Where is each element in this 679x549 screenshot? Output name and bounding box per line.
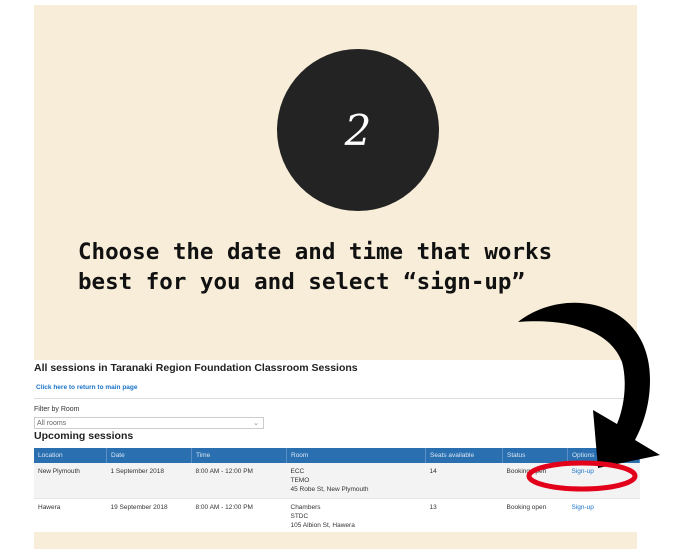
cell-options: Sign-up: [567, 463, 640, 499]
table-row: Hawera 19 September 2018 8:00 AM - 12:00…: [34, 498, 640, 532]
instruction-text: Choose the date and time that works best…: [78, 237, 658, 297]
room-filter-value: All rooms: [37, 420, 67, 427]
room-name: ECC: [290, 468, 305, 475]
column-header-date[interactable]: Date: [106, 448, 192, 463]
cell-room: ECC TEMO 45 Robe St, New Plymouth: [286, 463, 426, 499]
column-header-location[interactable]: Location: [34, 448, 107, 463]
sign-up-link[interactable]: Sign-up: [572, 468, 594, 475]
column-header-time[interactable]: Time: [191, 448, 287, 463]
column-header-seats[interactable]: Seats available: [425, 448, 503, 463]
cell-status: Booking open: [502, 498, 568, 532]
section-heading: Upcoming sessions: [34, 430, 134, 442]
room-address: 45 Robe St, New Plymouth: [290, 486, 369, 493]
room-filter-select[interactable]: All rooms ⌄: [34, 417, 264, 429]
return-to-main-link[interactable]: Click here to return to main page: [36, 384, 138, 391]
sessions-table: Location Date Time Room Seats available …: [34, 448, 640, 532]
room-address: 105 Albion St, Hawera: [290, 522, 355, 529]
cell-time: 8:00 AM - 12:00 PM: [191, 498, 287, 532]
instruction-line-1: Choose the date and time that works: [78, 239, 553, 265]
column-header-options[interactable]: Options: [567, 448, 640, 463]
cell-room: Chambers STDC 105 Albion St, Hawera: [286, 498, 426, 532]
column-header-status[interactable]: Status: [502, 448, 568, 463]
chevron-down-icon: ⌄: [253, 420, 259, 427]
step-number-badge: 2: [277, 49, 439, 211]
room-org: STDC: [290, 513, 309, 520]
cell-location: Hawera: [34, 498, 107, 532]
page-title: All sessions in Taranaki Region Foundati…: [34, 362, 358, 374]
cell-seats: 14: [425, 463, 503, 499]
cell-location: New Plymouth: [34, 463, 107, 499]
table-row: New Plymouth 1 September 2018 8:00 AM - …: [34, 463, 640, 499]
cell-time: 8:00 AM - 12:00 PM: [191, 463, 287, 499]
cell-seats: 13: [425, 498, 503, 532]
room-name: Chambers: [290, 504, 321, 511]
cell-date: 1 September 2018: [106, 463, 192, 499]
room-org: TEMO: [290, 477, 310, 484]
cell-options: Sign-up: [567, 498, 640, 532]
instruction-line-2: best for you and select “sign-up”: [78, 269, 526, 295]
column-header-room[interactable]: Room: [286, 448, 426, 463]
embedded-screenshot: All sessions in Taranaki Region Foundati…: [30, 360, 642, 532]
divider: [34, 398, 640, 399]
step-number: 2: [344, 105, 372, 155]
table-header-row: Location Date Time Room Seats available …: [34, 448, 640, 463]
sign-up-link[interactable]: Sign-up: [572, 504, 594, 511]
cell-date: 19 September 2018: [106, 498, 192, 532]
cell-status: Booking open: [502, 463, 568, 499]
filter-label: Filter by Room: [34, 406, 80, 413]
